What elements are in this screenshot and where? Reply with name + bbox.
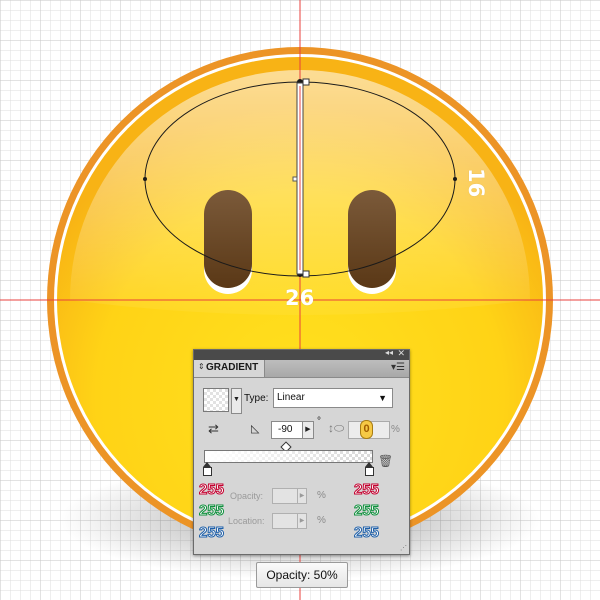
- anchor-point-right[interactable]: [453, 177, 457, 181]
- cursor-zero-marker: 0: [360, 420, 373, 439]
- opacity-unit: %: [317, 490, 326, 501]
- type-select[interactable]: Linear ▼: [273, 388, 393, 408]
- left-stop-green: 255: [198, 502, 225, 520]
- panel-title-bar[interactable]: ◂◂ ✕: [194, 348, 409, 360]
- chevron-down-icon: ▼: [378, 393, 387, 403]
- resize-grip-icon[interactable]: ⋰: [400, 544, 407, 552]
- angle-icon: ◺: [251, 423, 260, 435]
- location-label: Location:: [228, 516, 265, 526]
- panel-title: GRADIENT: [206, 362, 259, 373]
- aspect-ratio-icon: ↕⬭: [328, 421, 345, 435]
- left-eye: [204, 190, 252, 294]
- gradient-swatch[interactable]: [203, 388, 229, 412]
- location-dropdown-icon[interactable]: ▶: [297, 513, 307, 529]
- type-value: Linear: [277, 392, 305, 403]
- left-stop-red: 255: [198, 481, 225, 499]
- location-unit: %: [317, 515, 326, 526]
- anchor-point-left[interactable]: [143, 177, 147, 181]
- right-stop-blue: 255: [353, 524, 380, 542]
- artboard[interactable]: 16 26 ◂◂ ✕ ⇕ GRADIENT ▾☰ ▼ Type: Linear …: [0, 0, 600, 600]
- opacity-dropdown-icon[interactable]: ▶: [297, 488, 307, 504]
- gradient-panel[interactable]: ◂◂ ✕ ⇕ GRADIENT ▾☰ ▼ Type: Linear ▼ ⇄ ◺ …: [193, 348, 410, 555]
- angle-input[interactable]: -90: [271, 421, 303, 439]
- gradient-end-handle[interactable]: [302, 270, 310, 278]
- width-dimension-label: 26: [285, 286, 315, 310]
- type-label: Type:: [244, 393, 269, 404]
- close-icon[interactable]: ✕: [397, 348, 405, 359]
- opacity-tooltip: Opacity: 50%: [256, 562, 348, 588]
- tab-gradient[interactable]: ⇕ GRADIENT: [194, 360, 265, 377]
- panel-menu-icon[interactable]: ▾☰: [391, 362, 405, 373]
- angle-dropdown-icon[interactable]: ▶: [302, 421, 314, 439]
- angle-value: -90: [278, 424, 293, 435]
- right-stop-green: 255: [353, 502, 380, 520]
- swatch-dropdown-icon[interactable]: ▼: [231, 388, 242, 414]
- location-input[interactable]: [272, 513, 298, 529]
- center-point: [292, 176, 298, 182]
- opacity-input[interactable]: [272, 488, 298, 504]
- left-stop-blue: 255: [198, 524, 225, 542]
- right-eye: [348, 190, 396, 294]
- gradient-origin-handle[interactable]: [302, 78, 310, 86]
- gradient-slider[interactable]: [204, 450, 373, 463]
- panel-tab-row: ⇕ GRADIENT ▾☰: [194, 360, 409, 378]
- aspect-unit: %: [391, 424, 400, 435]
- right-stop-red: 255: [353, 481, 380, 499]
- opacity-label: Opacity:: [230, 491, 264, 501]
- height-dimension-label: 16: [464, 168, 488, 198]
- reverse-gradient-icon[interactable]: ⇄: [208, 421, 224, 437]
- degree-symbol: °: [317, 416, 321, 427]
- collapse-icon[interactable]: ◂◂: [385, 348, 393, 357]
- trash-icon[interactable]: 🗑: [378, 454, 393, 468]
- tab-options-icon: ⇕: [198, 362, 205, 371]
